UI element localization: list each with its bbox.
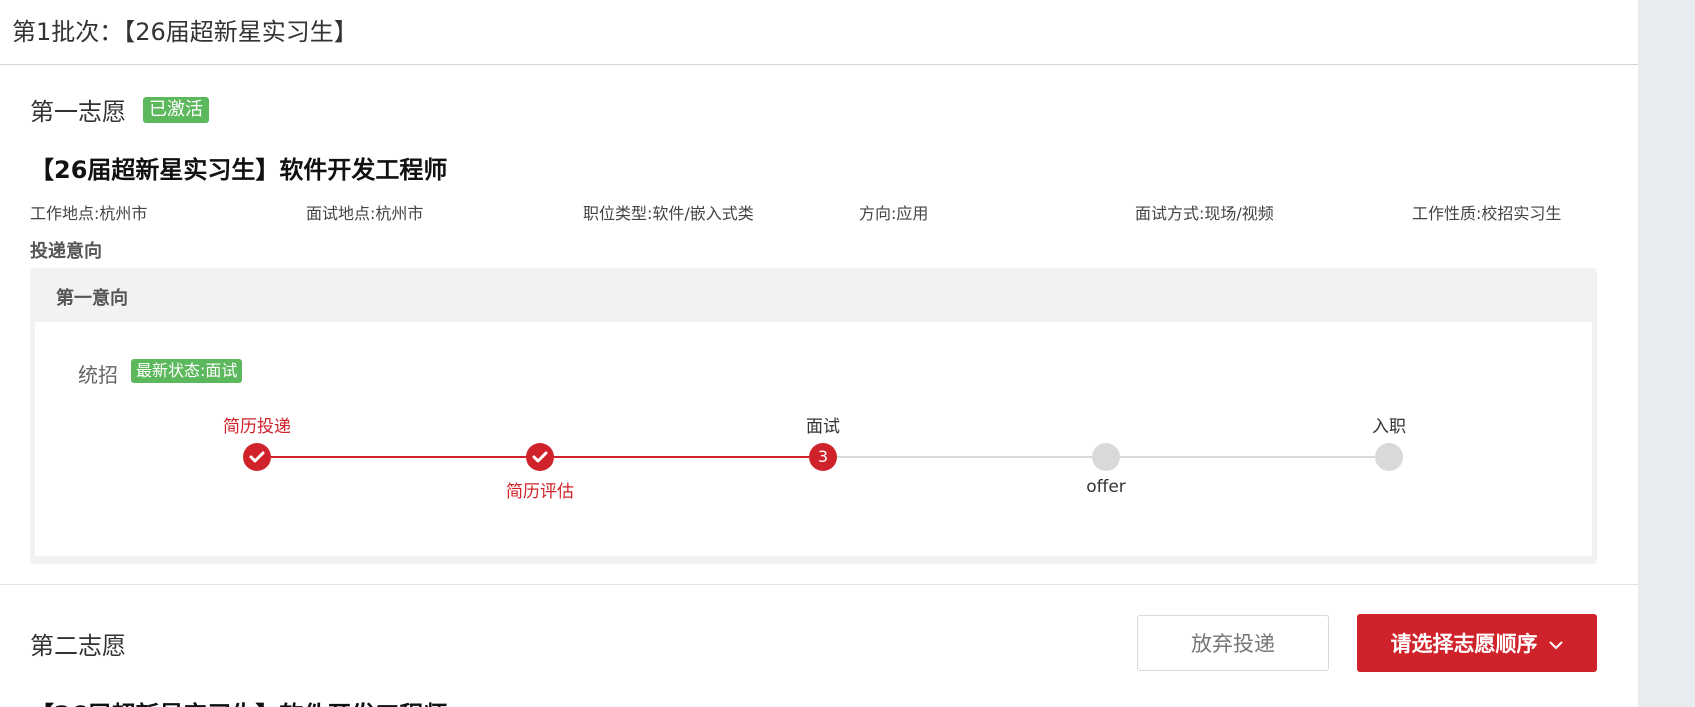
interview-method: 面试方式:现场/视频 [1135, 204, 1274, 223]
step-label: 面试 [806, 417, 840, 437]
application-page: 第1批次：【26届超新星实习生】 第一志愿 已激活 【26届超新星实习生】软件开… [0, 0, 1638, 707]
intent-panel-title: 第一意向 [56, 288, 128, 309]
step-label: 简历评估 [506, 482, 574, 502]
step-current-number: 3 [809, 443, 837, 471]
step-connector [837, 456, 1092, 458]
wish-2-job-title: 【26届超新星实习生】软件开发工程师 [30, 695, 447, 707]
interview-location: 面试地点:杭州市 [306, 204, 424, 223]
step-done-check-icon [243, 443, 271, 471]
batch-title: 第1批次：【26届超新星实习生】 [12, 18, 358, 46]
work-location: 工作地点:杭州市 [30, 204, 148, 223]
step-pending-dot [1375, 443, 1403, 471]
abandon-button-label: 放弃投递 [1191, 632, 1275, 656]
job-nature: 工作性质:校招实习生 [1412, 204, 1562, 223]
choose-wish-order-button[interactable]: 请选择志愿顺序 [1357, 614, 1597, 672]
step-label: 入职 [1372, 417, 1406, 437]
right-gutter [1638, 0, 1695, 707]
batch-header: 第1批次：【26届超新星实习生】 [0, 0, 1638, 65]
step-connector [271, 456, 526, 458]
job-title: 【26届超新星实习生】软件开发工程师 [30, 156, 448, 184]
step-done-check-icon [526, 443, 554, 471]
step-pending-dot [1092, 443, 1120, 471]
abandon-application-button[interactable]: 放弃投递 [1137, 615, 1329, 671]
section-divider [0, 584, 1638, 585]
step-label: offer [1086, 477, 1126, 497]
wish-2-heading: 第二志愿 [30, 632, 126, 660]
step-connector [554, 456, 809, 458]
order-button-label: 请选择志愿顺序 [1390, 632, 1538, 656]
chevron-down-icon [1548, 631, 1564, 655]
direction: 方向:应用 [859, 204, 929, 223]
intent-panel: 第一意向 统招 最新状态:面试 简历投递 简历评估 3 面试 offer 入职 [30, 268, 1597, 564]
active-status-badge: 已激活 [143, 97, 209, 123]
progress-steps: 简历投递简历评估 3 面试 offer 入职 [35, 322, 1592, 556]
wish-1-heading: 第一志愿 [30, 98, 126, 126]
position-type: 职位类型:软件/嵌入式类 [583, 204, 754, 223]
intent-section-label: 投递意向 [30, 241, 102, 262]
step-connector [1120, 456, 1375, 458]
step-label: 简历投递 [223, 417, 291, 437]
intent-panel-body: 统招 最新状态:面试 简历投递 简历评估 3 面试 offer 入职 [35, 322, 1592, 556]
